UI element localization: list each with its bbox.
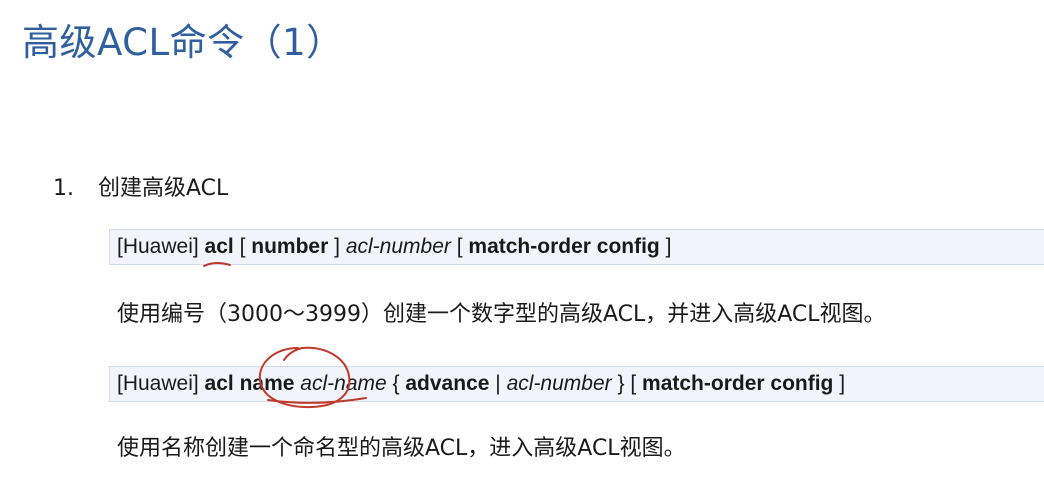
cmd-prompt: [Huawei] [117, 235, 199, 258]
description-named-acl: 使用名称创建一个命名型的高级ACL，进入高级ACL视图。 [117, 436, 686, 461]
cmd-bracket-open: [ [239, 235, 246, 258]
cmd-arg-acl-number: acl-number [345, 235, 451, 258]
cmd-brace-close: } [617, 372, 625, 395]
cmd-keyword-advance: advance [405, 372, 490, 395]
cmd-bracket-close: ] [334, 235, 340, 258]
description-numbered-acl: 使用编号（3000～3999）创建一个数字型的高级ACL，并进入高级ACL视图。 [117, 302, 886, 327]
list-item-create-advanced-acl: 1. 创建高级ACL [53, 170, 228, 202]
cmd-bracket-open: [ [630, 372, 637, 395]
cmd-keyword-acl: acl [204, 235, 234, 258]
cmd-keyword-match-order: match-order config [642, 372, 834, 395]
cmd-bracket-open: [ [456, 235, 463, 258]
cmd-pipe: | [495, 372, 501, 395]
cmd-arg-acl-number: acl-number [506, 372, 612, 395]
cmd-brace-open: { [392, 372, 400, 395]
list-item-label: 创建高级ACL [98, 176, 229, 201]
cmd-keyword-acl: acl [204, 372, 234, 395]
slide: 高级ACL命令（1） 1. 创建高级ACL [Huawei] acl [ numb… [0, 0, 1044, 486]
list-number: 1. [53, 176, 74, 201]
cmd-bracket-close: ] [665, 235, 672, 258]
command-syntax-named-acl: [Huawei] acl name acl-name { advance | a… [109, 366, 1044, 402]
cmd-keyword-name: name [239, 372, 295, 395]
cmd-prompt: [Huawei] [117, 372, 199, 395]
cmd-keyword-number: number [251, 235, 329, 258]
command-syntax-numbered-acl: [Huawei] acl [ number ] acl-number [ mat… [109, 229, 1044, 265]
cmd-bracket-close: ] [839, 372, 846, 395]
cmd-keyword-match-order: match-order config [468, 235, 660, 258]
slide-title: 高级ACL命令（1） [22, 21, 344, 64]
cmd-arg-acl-name: acl-name [300, 372, 387, 395]
